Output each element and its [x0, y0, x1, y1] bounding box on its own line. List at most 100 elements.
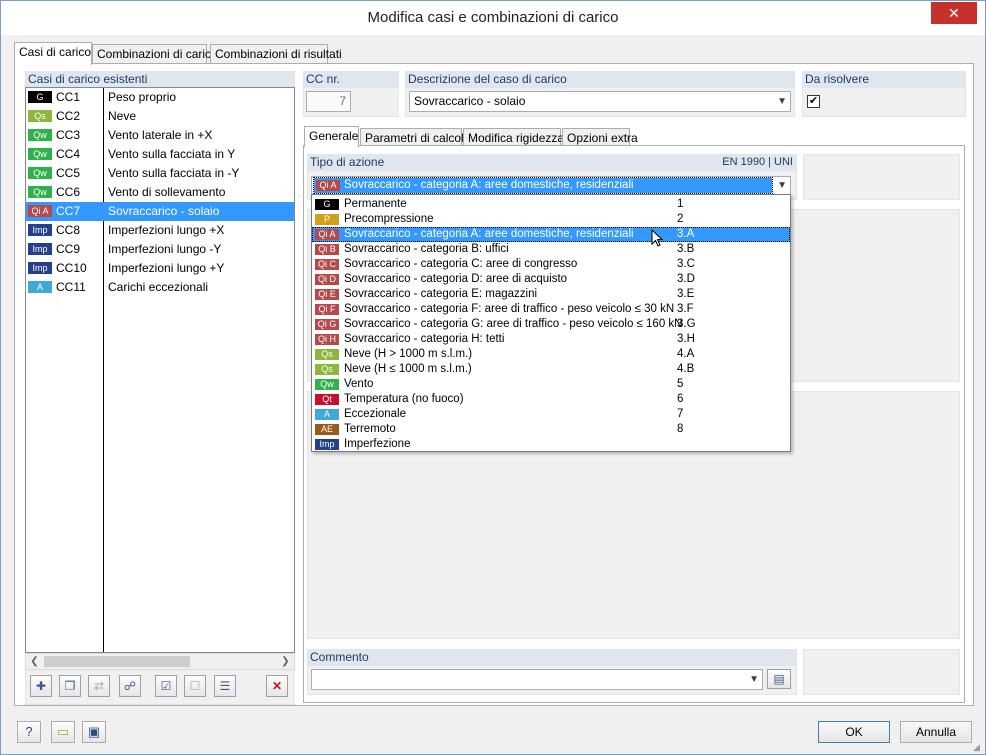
chevron-down-icon: ▼: [777, 96, 787, 107]
cc-nr-label: CC nr.: [303, 71, 399, 88]
action-type-option[interactable]: A Eccezionale 7: [312, 407, 790, 422]
action-type-option[interactable]: Qi B Sovraccarico - categoria B: uffici 3.…: [312, 242, 790, 257]
load-case-id: CC6: [56, 185, 81, 199]
load-case-row[interactable]: Qi A CC7 Sovraccarico - solaio: [26, 202, 294, 221]
help-icon[interactable]: ?: [17, 721, 41, 743]
load-case-id: CC3: [56, 128, 81, 142]
action-type-option[interactable]: Qi A Sovraccarico - categoria A: aree dom…: [312, 227, 790, 242]
load-case-row[interactable]: G CC1 Peso proprio: [26, 88, 294, 107]
load-case-row[interactable]: Imp CC9 Imperfezioni lungo -Y: [26, 240, 294, 259]
load-case-id: CC11: [56, 280, 86, 294]
action-type-option[interactable]: Qi D Sovraccarico - categoria D: aree di …: [312, 272, 790, 287]
check-icon[interactable]: ☑: [155, 675, 177, 697]
tab-parametri-di-calcolo[interactable]: Parametri di calcolo: [360, 128, 470, 146]
load-case-id: CC10: [56, 261, 87, 275]
load-case-id: CC4: [56, 147, 81, 161]
action-type-option[interactable]: AE Terremoto 8: [312, 422, 790, 437]
load-case-row[interactable]: Imp CC8 Imperfezioni lungo +X: [26, 221, 294, 240]
tab-casi-di-carico[interactable]: Casi di carico: [14, 42, 92, 65]
action-type-option[interactable]: Qt Temperatura (no fuoco) 6: [312, 392, 790, 407]
action-type-dropdown[interactable]: Qi A Sovraccarico - categoria A: aree do…: [311, 176, 791, 195]
scroll-right-icon[interactable]: ❯: [277, 654, 294, 669]
action-type-option[interactable]: Imp Imperfezione: [312, 437, 790, 452]
copy-load-case-icon[interactable]: ❐: [59, 675, 81, 697]
action-type-option[interactable]: Qi E Sovraccarico - categoria E: magazzin…: [312, 287, 790, 302]
option-code: 4.B: [677, 363, 695, 375]
action-category-badge: Qi D: [315, 274, 339, 285]
generate-icon[interactable]: ☍: [119, 675, 141, 697]
action-type-option[interactable]: Qs Neve (H ≤ 1000 m s.l.m.) 4.B: [312, 362, 790, 377]
action-category-badge: Qw: [28, 129, 52, 141]
action-category-badge: Qs: [315, 364, 339, 375]
action-category-badge: Imp: [28, 243, 52, 255]
action-category-badge: Qi A: [28, 205, 52, 217]
load-case-description: Peso proprio: [108, 90, 177, 104]
action-type-option[interactable]: P Precompressione 2: [312, 212, 790, 227]
load-case-row[interactable]: Qw CC6 Vento di sollevamento: [26, 183, 294, 202]
action-category-badge: Qi B: [315, 244, 339, 255]
tab-combinazioni-di-risultati[interactable]: Combinazioni di risultati: [210, 44, 342, 64]
tab-opzioni-extra[interactable]: Opzioni extra: [562, 128, 638, 146]
action-type-option[interactable]: Qi H Sovraccarico - categoria H: tetti 3.H: [312, 332, 790, 347]
close-icon: ✕: [948, 5, 960, 21]
comment-library-icon[interactable]: ▤: [767, 669, 791, 689]
load-case-row[interactable]: Qw CC3 Vento laterale in +X: [26, 126, 294, 145]
option-name: Sovraccarico - categoria F: aree di traf…: [344, 303, 675, 315]
title-bar: Modifica casi e combinazioni di carico ✕: [1, 1, 985, 35]
action-category-badge: Qi F: [315, 304, 339, 315]
mouse-cursor-icon: [651, 229, 664, 247]
action-type-option[interactable]: Qs Neve (H > 1000 m s.l.m.) 4.A: [312, 347, 790, 362]
action-category-badge: G: [28, 91, 52, 103]
sort-icon[interactable]: ☰: [214, 675, 236, 697]
load-case-row[interactable]: Qs CC2 Neve: [26, 107, 294, 126]
renumber-icon[interactable]: ⇄: [88, 675, 110, 697]
option-code: 5: [677, 378, 684, 390]
save-icon[interactable]: ▣: [82, 721, 106, 743]
action-type-option[interactable]: G Permanente 1: [312, 197, 790, 212]
scroll-left-icon[interactable]: ❮: [26, 654, 43, 669]
load-case-list[interactable]: G CC1 Peso proprio Qs CC2 Neve Qw CC3 Vento late…: [25, 87, 295, 653]
load-case-row[interactable]: Imp CC10 Imperfezioni lungo +Y: [26, 259, 294, 278]
load-case-row[interactable]: Qw CC4 Vento sulla facciata in Y: [26, 145, 294, 164]
resize-grip-icon[interactable]: ◢: [973, 742, 983, 752]
uncheck-icon[interactable]: ☐: [184, 675, 206, 697]
option-name: Eccezionale: [344, 408, 407, 420]
action-type-side-panel: [803, 154, 960, 200]
load-case-description: Vento di sollevamento: [108, 185, 226, 199]
action-category-badge: Imp: [28, 224, 52, 236]
option-name: Temperatura (no fuoco): [344, 393, 464, 405]
tab-generale[interactable]: Generale: [304, 126, 359, 147]
action-type-option[interactable]: Qi G Sovraccarico - categoria G: aree di …: [312, 317, 790, 332]
ok-button[interactable]: OK: [818, 721, 890, 743]
option-code: 3.F: [677, 303, 694, 315]
load-case-row[interactable]: Qw CC5 Vento sulla facciata in -Y: [26, 164, 294, 183]
load-case-description: Imperfezioni lungo -Y: [108, 242, 222, 256]
action-category-badge: Qi C: [315, 259, 339, 270]
open-folder-icon[interactable]: ▭: [51, 721, 75, 743]
option-name: Sovraccarico - categoria C: aree di cong…: [344, 258, 578, 270]
scroll-thumb[interactable]: [44, 656, 190, 667]
to-solve-checkbox[interactable]: ✔: [807, 95, 820, 108]
action-category-badge: Imp: [28, 262, 52, 274]
description-dropdown[interactable]: Sovraccarico - solaio ▼: [409, 91, 791, 112]
chevron-down-icon: ▼: [777, 180, 787, 191]
new-load-case-icon[interactable]: ✚: [30, 675, 52, 697]
option-code: 3.B: [677, 243, 695, 255]
delete-icon[interactable]: ✕: [266, 675, 288, 697]
tab-combinazioni-di-carico[interactable]: Combinazioni di carico: [92, 44, 218, 64]
action-type-option[interactable]: Qw Vento 5: [312, 377, 790, 392]
action-type-option[interactable]: Qi F Sovraccarico - categoria F: aree di …: [312, 302, 790, 317]
option-code: 3.H: [677, 333, 695, 345]
option-code: 3.C: [677, 258, 695, 270]
cancel-button[interactable]: Annulla: [900, 721, 972, 743]
option-code: 3.E: [677, 288, 695, 300]
action-type-option[interactable]: Qi C Sovraccarico - categoria C: aree di …: [312, 257, 790, 272]
option-code: 8: [677, 423, 684, 435]
tab-modifica-rigidezza[interactable]: Modifica rigidezza: [463, 128, 564, 146]
action-type-dropdown-list[interactable]: G Permanente 1 P Precompressione 2 Qi A Sovracc…: [311, 194, 791, 452]
load-case-row[interactable]: A CC11 Carichi eccezionali: [26, 278, 294, 297]
close-button[interactable]: ✕: [931, 2, 977, 24]
horizontal-scrollbar[interactable]: ❮ ❯: [25, 653, 295, 670]
comment-field[interactable]: ▼: [311, 669, 763, 690]
option-name: Terremoto: [344, 423, 396, 435]
